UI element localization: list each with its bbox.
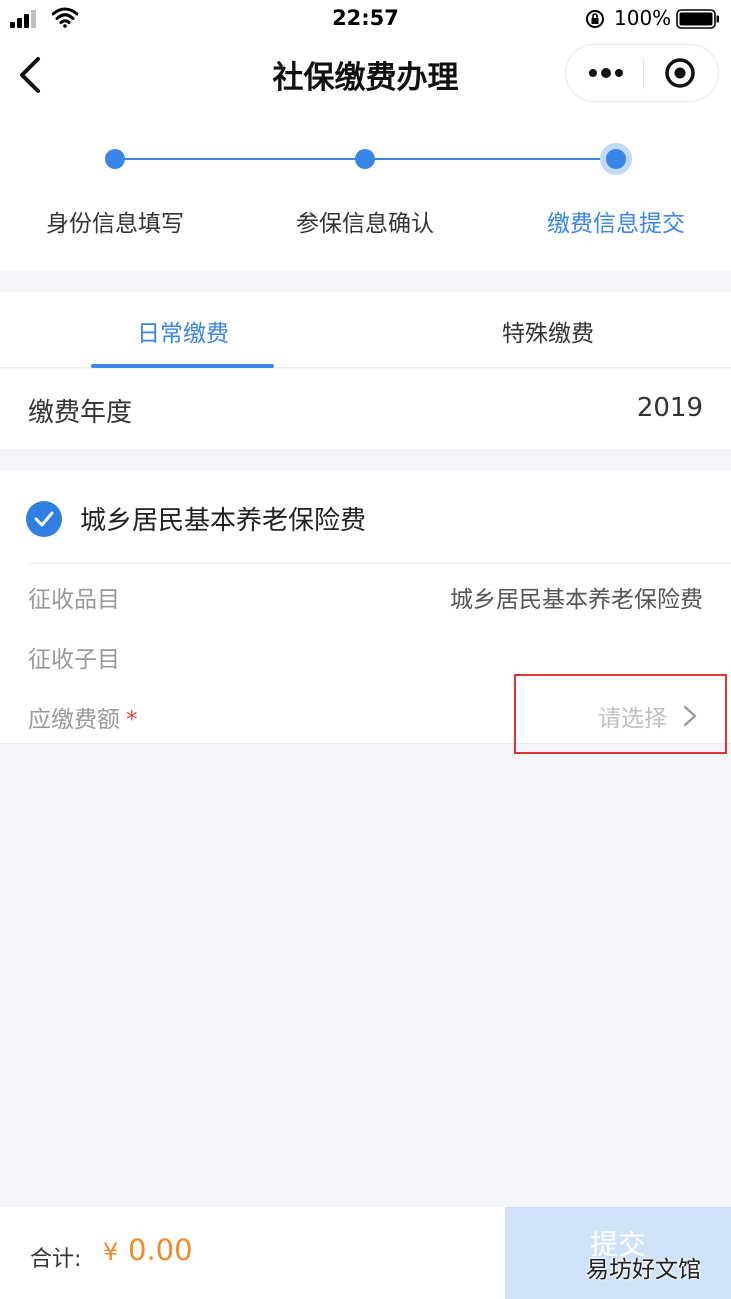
category-label: 征收品目 [28,587,120,613]
capsule-divider [643,59,644,89]
battery-icon [676,9,719,29]
total-amount: 0.00 [128,1233,193,1267]
checkmark-icon [34,511,54,527]
step-label: 身份信息填写 [46,211,184,237]
amount-label-text: 应缴费额 [28,707,120,733]
tab-special-payment[interactable]: 特殊缴费 [448,314,648,348]
step-connector [115,158,365,160]
payment-year-label: 缴费年度 [28,398,133,428]
amount-label: 应缴费额 * [28,700,138,734]
divider [28,563,731,564]
miniapp-capsule [565,44,719,102]
subcategory-label: 征收子目 [28,647,120,673]
rotation-lock-icon [586,10,604,28]
watermark: 易坊好文馆 [586,1257,701,1283]
insurance-checkbox[interactable] [26,501,62,537]
tab-active-indicator [91,364,274,368]
tab-daily-payment[interactable]: 日常缴费 [83,314,283,348]
category-value: 城乡居民基本养老保险费 [450,587,703,613]
insurance-title: 城乡居民基本养老保险费 [80,506,367,536]
highlight-box [514,674,727,754]
currency-symbol: ¥ [103,1238,119,1266]
total-label: 合计: [30,1247,82,1272]
nav-bar: 社保缴费办理 [0,38,731,108]
step-dot-active [600,143,632,175]
step-label: 参保信息确认 [296,211,434,237]
required-mark: * [126,707,138,733]
step-label-active: 缴费信息提交 [547,211,685,237]
step-dot [355,149,375,169]
payment-year-value: 2019 [636,393,703,423]
battery-percent: 100% [614,6,672,30]
payment-year-row: 缴费年度 2019 [0,369,731,449]
step-progress: 身份信息填写 参保信息确认 缴费信息提交 [0,108,731,271]
more-dots-icon[interactable] [588,63,624,83]
payment-tabs: 日常缴费 特殊缴费 [0,292,731,368]
step-connector [365,158,616,160]
status-bar: 22:57 100% [0,0,731,38]
step-dot [105,149,125,169]
target-icon[interactable] [664,57,696,89]
